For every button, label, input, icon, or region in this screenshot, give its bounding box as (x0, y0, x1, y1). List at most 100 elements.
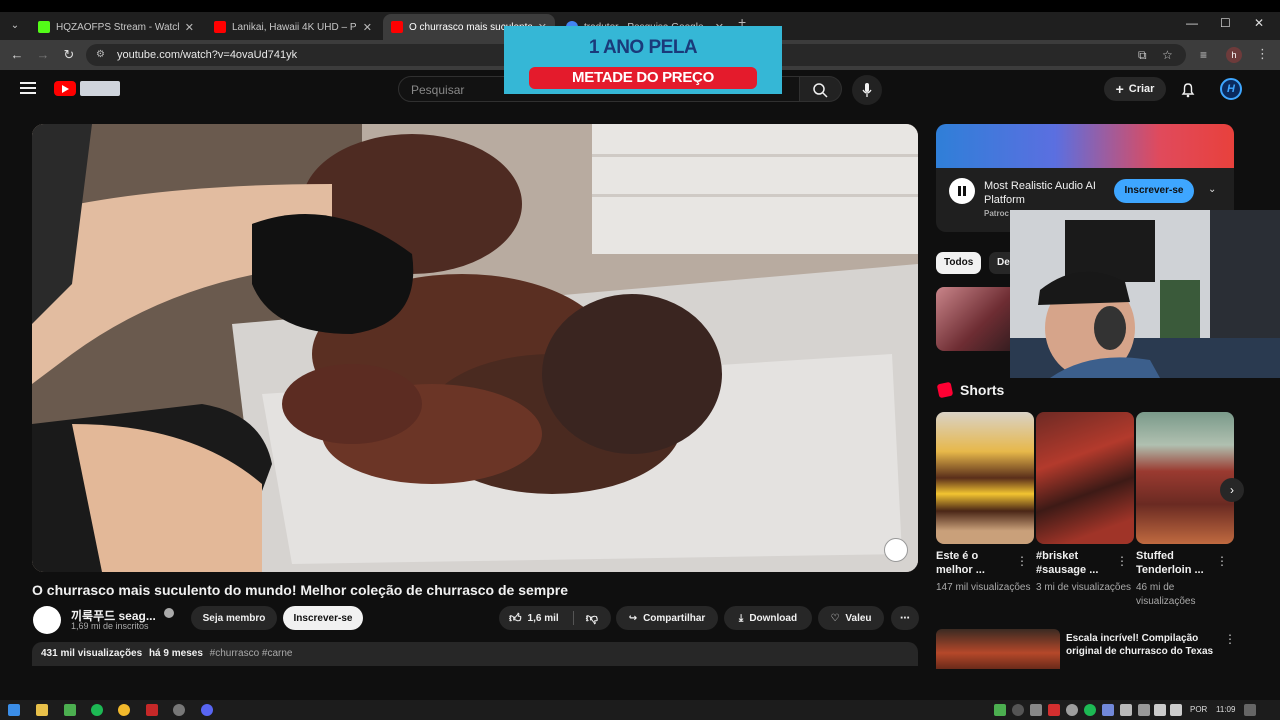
file-explorer-icon[interactable] (36, 704, 48, 716)
shorts-heading: Shorts (960, 382, 1005, 398)
short-thumbnail[interactable] (936, 412, 1034, 544)
more-dots-icon: ⋯ (900, 612, 910, 624)
short-title[interactable]: #brisket #sausage ... (1036, 549, 1116, 577)
short-menu-icon[interactable]: ⋮ (1216, 554, 1228, 568)
create-button[interactable]: + Criar (1104, 77, 1166, 101)
search-placeholder: Pesquisar (411, 83, 465, 97)
thanks-button[interactable]: ♡ Valeu (818, 606, 884, 630)
obs-icon[interactable] (173, 704, 185, 716)
video-menu-icon[interactable]: ⋮ (1224, 632, 1236, 646)
news-app-icon[interactable] (146, 704, 158, 716)
tray-icon[interactable] (1048, 704, 1060, 716)
minimize-window-icon[interactable]: — (1186, 16, 1198, 30)
browser-profile-avatar[interactable]: h (1226, 47, 1242, 63)
tray-icon[interactable] (1012, 704, 1024, 716)
tray-icon[interactable] (1030, 704, 1042, 716)
promo-line-2: METADE DO PREÇO (529, 67, 757, 89)
user-avatar[interactable]: H (1220, 78, 1242, 100)
discord-icon[interactable] (201, 704, 213, 716)
pause-icon[interactable] (949, 178, 975, 204)
close-tab-icon[interactable]: ✕ (363, 21, 372, 34)
download-button[interactable]: ⤓ Download (724, 606, 812, 630)
youtube-favicon-icon (391, 21, 403, 33)
hashtags[interactable]: #churrasco #carne (210, 648, 293, 659)
download-label: Download (749, 612, 798, 624)
chevron-down-icon[interactable]: ⌄ (1208, 184, 1216, 195)
tray-icon[interactable] (994, 704, 1006, 716)
like-count: 1,6 mil (527, 612, 559, 624)
kick-favicon-icon (38, 21, 50, 33)
short-title[interactable]: Este é o melhor ... (936, 549, 1016, 577)
channel-avatar[interactable] (33, 606, 61, 634)
mic-tray-icon[interactable] (1120, 704, 1132, 716)
ad-subscribe-button[interactable]: Inscrever-se (1114, 179, 1194, 203)
forward-arrow-icon[interactable]: → (34, 46, 52, 64)
volume-icon[interactable] (1170, 704, 1182, 716)
site-info-icon[interactable]: ⚙ (96, 49, 108, 61)
video-frame-image (32, 124, 918, 572)
promo-banner-overlay[interactable]: 1 ANO PELA METADE DO PREÇO (504, 26, 782, 94)
reload-icon[interactable]: ↻ (60, 46, 78, 64)
app-icon[interactable] (64, 704, 76, 716)
short-menu-icon[interactable]: ⋮ (1016, 554, 1028, 568)
search-button[interactable] (800, 76, 842, 102)
description-box[interactable]: 431 mil visualizações há 9 meses #churra… (32, 642, 918, 666)
short-menu-icon[interactable]: ⋮ (1116, 554, 1128, 568)
subscribe-button[interactable]: Inscrever-se (283, 606, 363, 630)
bookmark-star-icon[interactable]: ☆ (1162, 48, 1173, 62)
maximize-window-icon[interactable]: ☐ (1220, 16, 1231, 30)
menu-hamburger-icon[interactable] (20, 82, 36, 94)
close-tab-icon[interactable]: ✕ (185, 21, 194, 34)
recommended-video-thumbnail[interactable] (936, 629, 1060, 669)
join-button[interactable]: Seja membro (191, 606, 277, 630)
url-text[interactable]: youtube.com/watch?v=4ovaUd741yk (117, 49, 297, 61)
channel-watermark-icon[interactable] (884, 538, 908, 562)
browser-tab-kick[interactable]: HQZAOFPS Stream - Watch Live ✕ (30, 14, 202, 40)
close-window-icon[interactable]: ✕ (1254, 16, 1264, 30)
thumbs-up-icon: 👍︎ (509, 610, 522, 625)
plus-icon: + (1115, 81, 1124, 97)
tray-spotify-icon[interactable] (1084, 704, 1096, 716)
input-language[interactable]: POR (1190, 705, 1207, 714)
network-icon[interactable] (1154, 704, 1166, 716)
recommended-video-title[interactable]: Escala incrível! Compilação original de … (1066, 632, 1222, 658)
short-thumbnail[interactable] (1036, 412, 1134, 544)
clock[interactable]: 11:09 (1216, 705, 1235, 714)
short-thumbnail[interactable] (1136, 412, 1234, 544)
youtube-country-badge (80, 81, 120, 96)
tray-icon[interactable] (1066, 704, 1078, 716)
thumbs-down-icon[interactable]: 👎︎ (586, 611, 598, 626)
notifications-bell-icon[interactable] (1178, 80, 1198, 100)
super-thanks-icon: ♡ (830, 612, 840, 624)
back-arrow-icon[interactable]: ← (8, 46, 26, 64)
browser-menu-icon[interactable]: ⋮ (1256, 46, 1269, 62)
windows-taskbar: POR 11:09 (0, 700, 1280, 720)
like-divider (572, 611, 574, 625)
more-actions-button[interactable]: ⋯ (891, 606, 919, 630)
share-button[interactable]: ↪ Compartilhar (616, 606, 718, 630)
chrome-icon[interactable] (118, 704, 130, 716)
tray-icon[interactable] (1138, 704, 1150, 716)
youtube-page: Pesquisar + Criar H O churrasco mais suc… (0, 26, 1280, 700)
video-player[interactable] (32, 124, 918, 572)
short-title[interactable]: Stuffed Tenderloin ... (1136, 549, 1216, 577)
shorts-next-arrow-icon[interactable]: › (1220, 478, 1244, 502)
streamer-webcam-overlay (1010, 210, 1280, 378)
spotify-icon[interactable] (91, 704, 103, 716)
shorts-logo-icon (936, 381, 954, 399)
voice-search-button[interactable] (852, 75, 882, 105)
notification-center-icon[interactable] (1244, 704, 1256, 716)
youtube-logo-icon[interactable] (54, 81, 76, 96)
chip-all[interactable]: Todos (936, 252, 982, 274)
install-app-icon[interactable]: ⧉ (1138, 48, 1147, 63)
tab-search-button[interactable]: ⌄ (6, 17, 24, 35)
like-button[interactable]: 👍︎ 1,6 mil (509, 611, 559, 626)
short-views: 3 mi de visualizações (1036, 582, 1132, 593)
media-controls-icon[interactable]: ≡ (1200, 48, 1207, 62)
tray-icon[interactable] (1102, 704, 1114, 716)
like-dislike-group: 👍︎ 1,6 mil 👎︎ (499, 606, 611, 630)
verified-check-icon (164, 608, 174, 618)
windows-start-icon[interactable] (8, 704, 20, 716)
browser-tab-lanikai[interactable]: Lanikai, Hawaii 4K UHD – Pristine ✕ (206, 14, 380, 40)
ad-title[interactable]: Most Realistic Audio AI Platform (984, 179, 1104, 207)
